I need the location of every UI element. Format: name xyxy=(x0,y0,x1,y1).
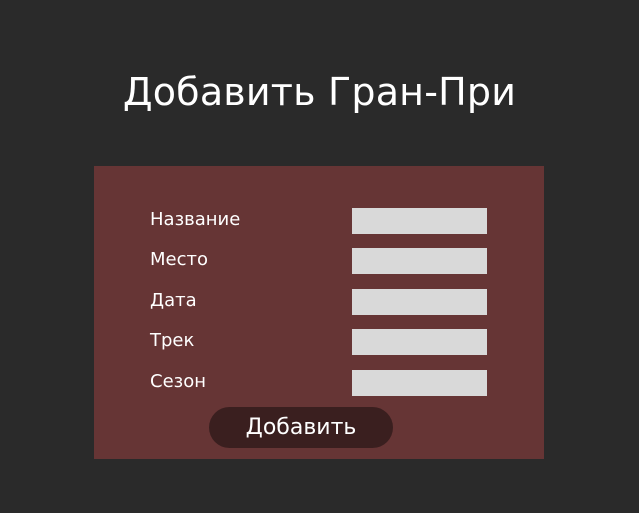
track-input[interactable] xyxy=(352,329,487,355)
track-label: Трек xyxy=(150,330,195,351)
place-label: Место xyxy=(150,249,208,270)
add-button[interactable]: Добавить xyxy=(209,407,393,448)
season-input[interactable] xyxy=(352,370,487,396)
date-input[interactable] xyxy=(352,289,487,315)
grand-prix-form: Название Место Дата Трек Сезон Добавить xyxy=(94,166,544,459)
place-input[interactable] xyxy=(352,248,487,274)
date-label: Дата xyxy=(150,290,197,311)
name-input[interactable] xyxy=(352,208,487,234)
page-title: Добавить Гран-При xyxy=(122,70,517,114)
season-label: Сезон xyxy=(150,371,206,392)
name-label: Название xyxy=(150,209,241,230)
